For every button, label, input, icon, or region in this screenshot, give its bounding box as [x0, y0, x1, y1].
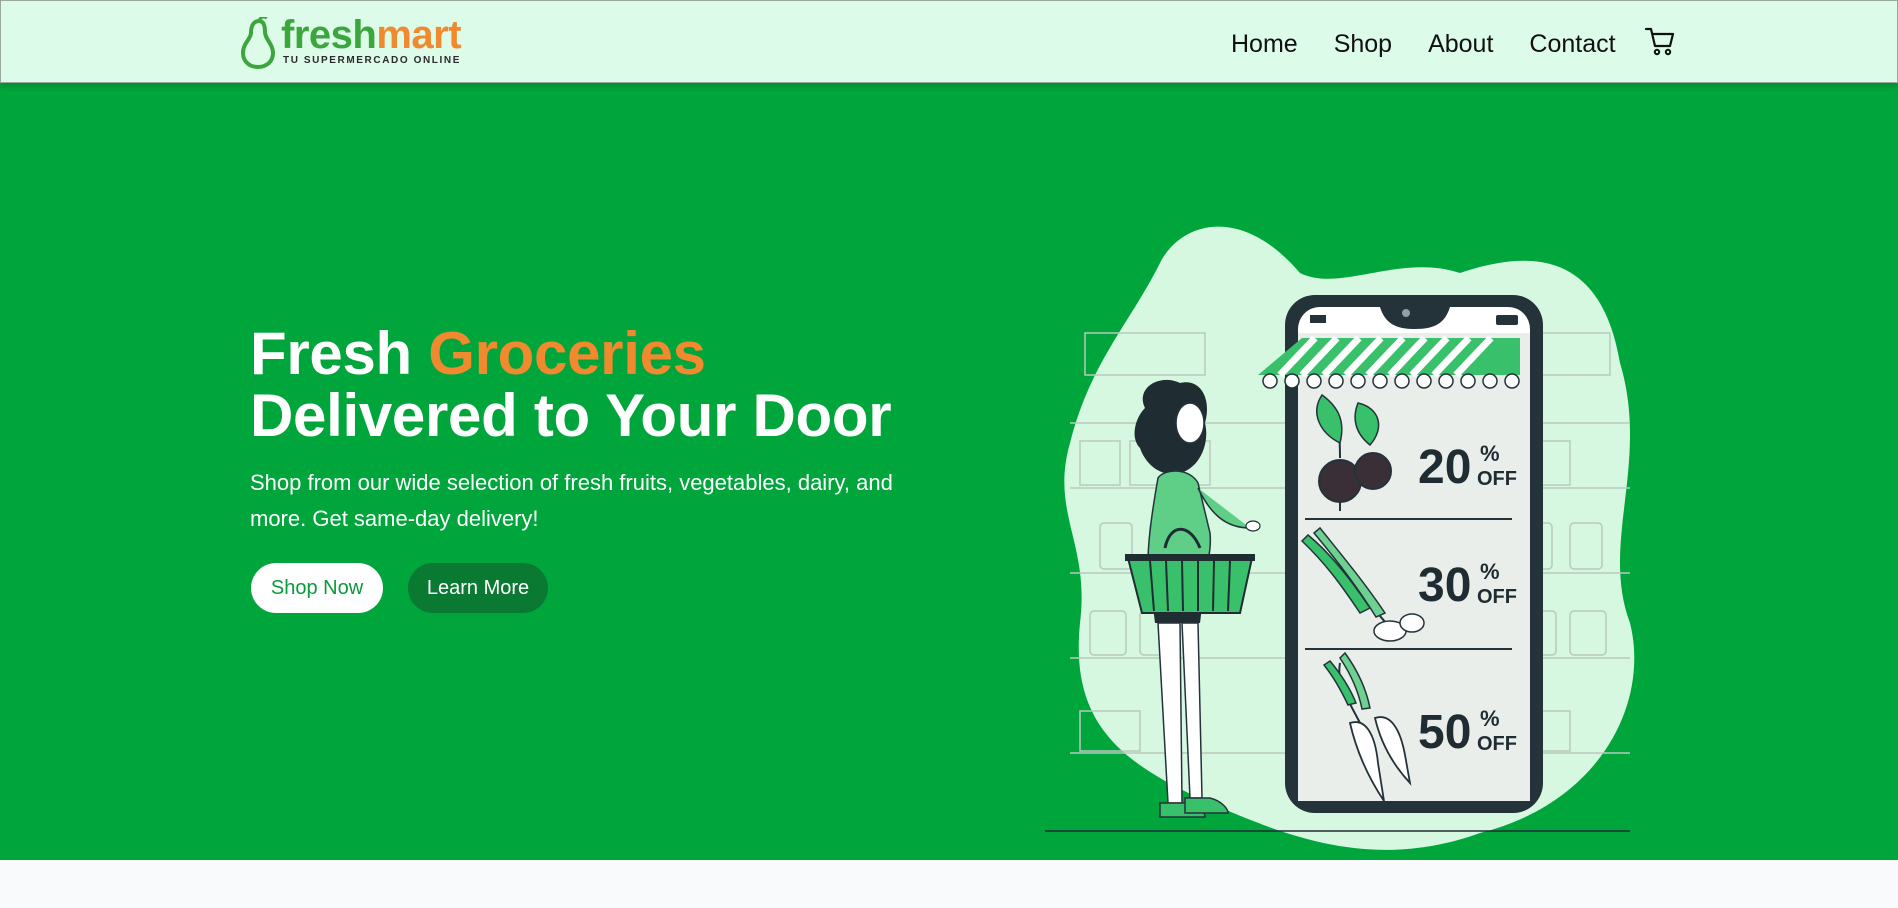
offer-30-symbol: % [1480, 559, 1500, 584]
cart-icon[interactable] [1644, 25, 1676, 57]
offer-30-off: OFF [1477, 586, 1517, 608]
pear-icon [240, 17, 276, 69]
shop-now-button[interactable]: Shop Now [251, 563, 383, 613]
hero-title-line2: Delivered to Your Door [250, 382, 892, 449]
offer-20-off: OFF [1477, 468, 1517, 490]
brand-name: freshmart [281, 13, 462, 57]
hero-title-accent: Groceries [428, 320, 706, 387]
nav-home[interactable]: Home [1231, 27, 1298, 61]
hero-illustration: 20 % OFF 30 % OFF 50 % OFF [1045, 226, 1635, 850]
brand-logo[interactable]: freshmart TU SUPERMERCADO ONLINE [237, 13, 477, 71]
brand-tagline: TU SUPERMERCADO ONLINE [283, 55, 461, 66]
offer-50-percent: 50 [1418, 706, 1471, 759]
nav-contact[interactable]: Contact [1529, 27, 1615, 61]
offer-50-symbol: % [1480, 706, 1500, 731]
hero-title: Fresh Groceries Delivered to Your Door [250, 320, 892, 449]
nav-about[interactable]: About [1428, 27, 1493, 61]
learn-more-button[interactable]: Learn More [408, 563, 548, 613]
next-section-strip [0, 860, 1898, 908]
offer-30-percent: 30 [1418, 559, 1471, 612]
brand-name-mart: mart [376, 13, 462, 57]
navbar: freshmart TU SUPERMERCADO ONLINE Home Sh… [0, 0, 1898, 83]
brand-name-fresh: fresh [281, 13, 377, 57]
hero-subtitle: Shop from our wide selection of fresh fr… [250, 470, 893, 531]
nav-shop[interactable]: Shop [1334, 27, 1392, 61]
offer-20-percent: 20 [1418, 441, 1471, 494]
main-nav: Home Shop About Contact [1231, 27, 1652, 61]
hero-section: Fresh Groceries Delivered to Your Door S… [0, 83, 1898, 860]
offer-20-symbol: % [1480, 441, 1500, 466]
hero-title-fresh: Fresh [250, 320, 429, 387]
offer-50-off: OFF [1477, 733, 1517, 755]
